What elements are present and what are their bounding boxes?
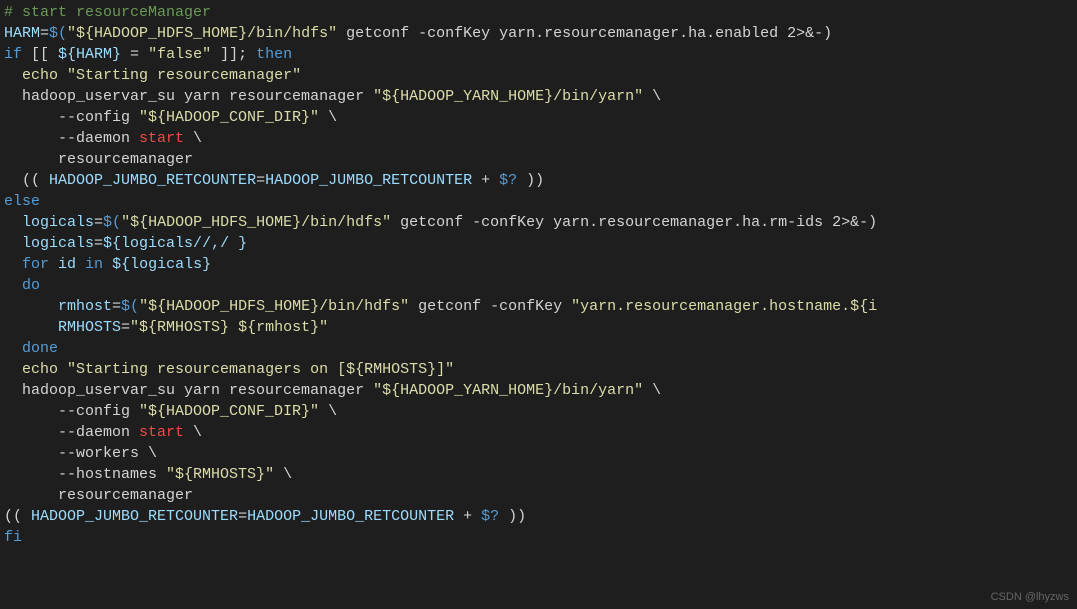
code-line: rmhost=$("${HADOOP_HDFS_HOME}/bin/hdfs" … bbox=[4, 296, 1073, 317]
code-line: hadoop_uservar_su yarn resourcemanager "… bbox=[4, 380, 1073, 401]
code-line: if [[ ${HARM} = "false" ]]; then bbox=[4, 44, 1073, 65]
code-line: --hostnames "${RMHOSTS}" \ bbox=[4, 464, 1073, 485]
code-line: --workers \ bbox=[4, 443, 1073, 464]
comment: # start resourceManager bbox=[4, 4, 211, 21]
code-line: fi bbox=[4, 527, 1073, 548]
code-line: resourcemanager bbox=[4, 485, 1073, 506]
code-line: hadoop_uservar_su yarn resourcemanager "… bbox=[4, 86, 1073, 107]
code-line: else bbox=[4, 191, 1073, 212]
code-line: (( HADOOP_JUMBO_RETCOUNTER=HADOOP_JUMBO_… bbox=[4, 170, 1073, 191]
code-line: for id in ${logicals} bbox=[4, 254, 1073, 275]
code-line: --config "${HADOOP_CONF_DIR}" \ bbox=[4, 107, 1073, 128]
code-editor[interactable]: # start resourceManager HARM=$("${HADOOP… bbox=[4, 2, 1073, 548]
code-line: # start resourceManager bbox=[4, 2, 1073, 23]
code-line: echo "Starting resourcemanager" bbox=[4, 65, 1073, 86]
watermark: CSDN @lhyzws bbox=[991, 590, 1069, 605]
code-line: resourcemanager bbox=[4, 149, 1073, 170]
code-line: do bbox=[4, 275, 1073, 296]
code-line: --daemon start \ bbox=[4, 422, 1073, 443]
code-line: HARM=$("${HADOOP_HDFS_HOME}/bin/hdfs" ge… bbox=[4, 23, 1073, 44]
code-line: --config "${HADOOP_CONF_DIR}" \ bbox=[4, 401, 1073, 422]
code-line: done bbox=[4, 338, 1073, 359]
code-line: logicals=$("${HADOOP_HDFS_HOME}/bin/hdfs… bbox=[4, 212, 1073, 233]
code-line: logicals=${logicals//,/ } bbox=[4, 233, 1073, 254]
code-line: (( HADOOP_JUMBO_RETCOUNTER=HADOOP_JUMBO_… bbox=[4, 506, 1073, 527]
code-line: RMHOSTS="${RMHOSTS} ${rmhost}" bbox=[4, 317, 1073, 338]
code-line: echo "Starting resourcemanagers on [${RM… bbox=[4, 359, 1073, 380]
code-line: --daemon start \ bbox=[4, 128, 1073, 149]
